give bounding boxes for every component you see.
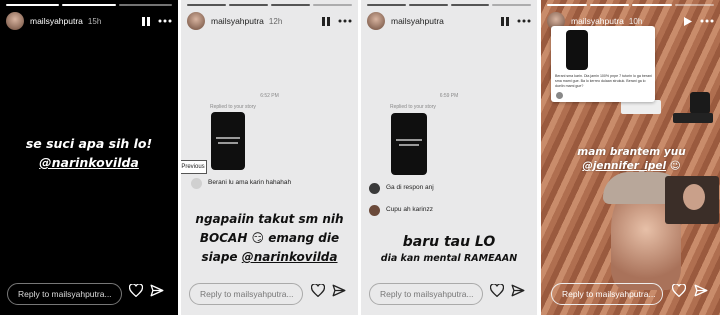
story-thumbnail[interactable] [211,112,245,170]
more-icon[interactable] [700,19,714,23]
replied-label: Replied to your story [210,104,256,110]
story-panel-4: mailsyahputra 10h Berani sma karin. Dia … [541,0,720,315]
send-icon[interactable] [511,284,525,302]
pause-icon[interactable] [141,16,151,27]
username[interactable]: mailsyahputra [211,16,264,26]
caption-line: baru tau LO [402,234,496,250]
comment-avatar [556,92,563,99]
background-photo [621,100,661,114]
story-header: mailsyahputra 12h [187,12,352,30]
heart-icon[interactable] [128,283,144,302]
story-caption: baru tau LO dia kan mental RAMEAAN [361,234,537,264]
story-thumbnail[interactable] [391,113,427,175]
story-panel-1: mailsyahputra 15h se suci apa sih lo! @n… [0,0,178,315]
caption-line: siape [201,250,242,264]
message-timestamp: 6:59 PM [439,93,459,99]
heart-icon[interactable] [671,283,687,302]
avatar[interactable] [367,12,385,30]
heart-icon[interactable] [310,283,326,302]
progress-bars [367,4,531,6]
story-panel-2: mailsyahputra 12h 6:52 PM Replied to you… [181,0,358,315]
username[interactable]: mailsyahputra [391,16,444,26]
avatar[interactable] [187,12,205,30]
story-panel-3: mailsyahputra 6:59 PM Replied to your st… [361,0,537,315]
caption-line: se suci apa sih lo! [25,136,153,151]
send-icon[interactable] [150,284,164,302]
comment-avatar [369,205,380,216]
play-icon[interactable] [683,16,693,27]
reply-input[interactable]: Reply to mailsyahputra... [551,283,663,305]
post-time: 12h [268,16,283,26]
more-icon[interactable] [517,19,531,23]
username[interactable]: mailsyahputra [30,16,83,26]
caption-line: dia kan mental RAMEAAN [380,253,518,264]
reply-input[interactable]: Reply to mailsyahputra... [189,283,303,305]
comment-avatar [369,183,380,194]
story-caption: ngapaiin takut sm nih BOCAH 😏 emang die … [181,210,358,267]
comment-text: Ga di respon anj [386,184,434,191]
reply-input[interactable]: Reply to mailsyahputra... [7,283,122,305]
caption-line: mam brantem yuu [577,146,686,158]
pause-icon[interactable] [500,16,510,27]
story-caption: mam brantem yuu @jennifer_ipel 😉 [547,145,716,173]
mention-link[interactable]: @narinkovilda [0,155,178,170]
mention-link[interactable]: @jennifer_ipel [582,160,666,172]
progress-bars [547,4,714,6]
username[interactable]: mailsyahputra [571,16,624,26]
embedded-screenshot: Berani sma karin. Dia jamin 100% pnpe 7 … [551,26,655,102]
reply-input[interactable]: Reply to mailsyahputra... [369,283,483,305]
more-icon[interactable] [158,19,172,23]
progress-bars [187,4,352,6]
story-header: mailsyahputra 15h [6,12,172,30]
story-thumbnail [566,30,588,70]
caption-line: ngapaiin takut sm nih [195,212,344,226]
embedded-text: Berani sma karin. Dia jamin 100% pnpe 7 … [555,74,652,88]
send-icon[interactable] [694,284,708,302]
comment-text: Berani lu ama karin hahahah [208,179,292,186]
mention-link[interactable]: @narinkovilda [242,250,338,264]
story-header: mailsyahputra [367,12,531,30]
more-icon[interactable] [338,19,352,23]
message-timestamp: 6:52 PM [260,93,279,99]
story-caption: se suci apa sih lo! @narinkovilda [0,136,178,170]
avatar[interactable] [6,12,24,30]
sticker [673,113,713,123]
post-time: 10h [628,16,643,26]
comment-avatar [191,178,202,189]
progress-bars [6,4,172,6]
caption-line: BOCAH 😏 emang die [199,231,340,245]
comment-text: Cupu ah karinzz [386,206,433,213]
heart-icon[interactable] [489,283,505,302]
previous-tooltip[interactable]: Previous [181,160,207,174]
send-icon[interactable] [332,284,346,302]
pause-icon[interactable] [321,16,331,27]
inset-photo [665,176,719,224]
post-time: 15h [87,16,102,26]
replied-label: Replied to your story [390,104,436,110]
sticker [690,92,710,114]
